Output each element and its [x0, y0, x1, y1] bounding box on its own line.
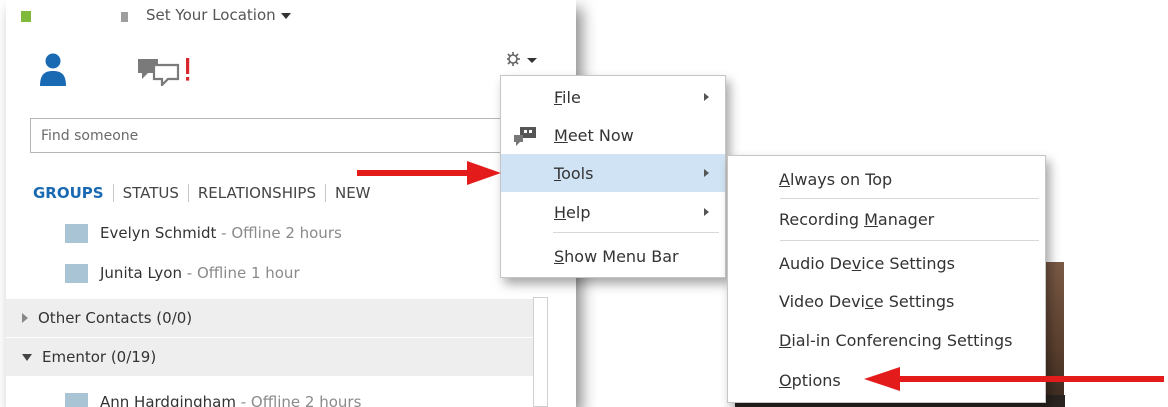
- view-tabs: GROUPS STATUS RELATIONSHIPS NEW: [30, 184, 380, 202]
- set-location-dropdown[interactable]: Set Your Location: [146, 6, 291, 24]
- menu-item-tools[interactable]: Tools: [501, 154, 725, 192]
- location-label: Set Your Location: [146, 6, 276, 24]
- contact-name: Junita Lyon: [100, 264, 182, 282]
- menu-item-audio-device-settings[interactable]: Audio Device Settings: [728, 244, 1045, 282]
- menu-item-meet-now[interactable]: Meet Now: [501, 116, 725, 154]
- group-label: Ementor (0/19): [42, 348, 157, 366]
- submenu-arrow-icon: [704, 208, 709, 216]
- menu-item-help[interactable]: Help: [501, 193, 725, 231]
- expand-triangle-icon: [22, 313, 28, 323]
- contacts-scrollbar[interactable]: [533, 297, 548, 407]
- location-icon: [121, 12, 128, 22]
- group-label: Other Contacts (0/0): [38, 309, 193, 327]
- tab-relationships[interactable]: RELATIONSHIPS: [187, 184, 325, 202]
- group-header-ementor[interactable]: Ementor (0/19): [6, 337, 533, 376]
- search-field[interactable]: [30, 118, 550, 153]
- menu-divider: [780, 240, 1039, 241]
- gear-icon[interactable]: [507, 52, 549, 74]
- tab-status[interactable]: STATUS: [112, 184, 188, 202]
- menu-divider: [553, 232, 719, 233]
- group-header-other-contacts[interactable]: Other Contacts (0/0): [6, 298, 533, 337]
- menu-item-always-on-top[interactable]: Always on Top: [728, 160, 1045, 198]
- person-icon[interactable]: [39, 52, 67, 88]
- chevron-down-icon: [280, 12, 291, 19]
- annotation-arrow-tools-icon: [357, 161, 501, 185]
- collapse-triangle-icon: [22, 353, 32, 361]
- meet-now-icon: [514, 127, 536, 146]
- contact-avatar: [65, 223, 88, 243]
- search-input[interactable]: [31, 119, 549, 152]
- lync-main-window: Set Your Location GROUPSSTAT: [6, 0, 576, 407]
- contact-status: - Offline 2 hours: [240, 393, 362, 407]
- menu-item-show-menu-bar[interactable]: Show Menu Bar: [501, 237, 725, 275]
- conversations-alert-icon[interactable]: [138, 56, 200, 86]
- annotation-arrow-options-icon: [864, 367, 1164, 391]
- contact-avatar: [65, 263, 88, 283]
- contact-status: - Offline 2 hours: [221, 224, 342, 242]
- contact-status: - Offline 1 hour: [186, 264, 300, 282]
- menu-item-dial-in-conferencing-settings[interactable]: Dial-in Conferencing Settings: [728, 321, 1045, 359]
- contact-row[interactable]: Junita Lyon - Offline 1 hour: [65, 261, 300, 285]
- contact-avatar: [65, 392, 88, 407]
- presence-indicator[interactable]: [21, 11, 31, 22]
- menu-divider: [780, 198, 1039, 199]
- tab-groups[interactable]: GROUPS: [30, 184, 113, 202]
- contact-row[interactable]: Ann Hardgingham - Offline 2 hours: [65, 390, 361, 407]
- menu-item-file[interactable]: File: [501, 78, 725, 116]
- gear-menu: File Meet Now Tools Help Show Menu Bar: [500, 75, 726, 278]
- contact-name: Ann Hardgingham: [100, 393, 236, 407]
- contact-row[interactable]: Evelyn Schmidt - Offline 2 hours: [65, 221, 342, 245]
- menu-item-recording-manager[interactable]: Recording Manager: [728, 200, 1045, 238]
- submenu-arrow-icon: [704, 93, 709, 101]
- contact-name: Evelyn Schmidt: [100, 224, 217, 242]
- submenu-arrow-icon: [704, 169, 709, 177]
- menu-item-video-device-settings[interactable]: Video Device Settings: [728, 282, 1045, 320]
